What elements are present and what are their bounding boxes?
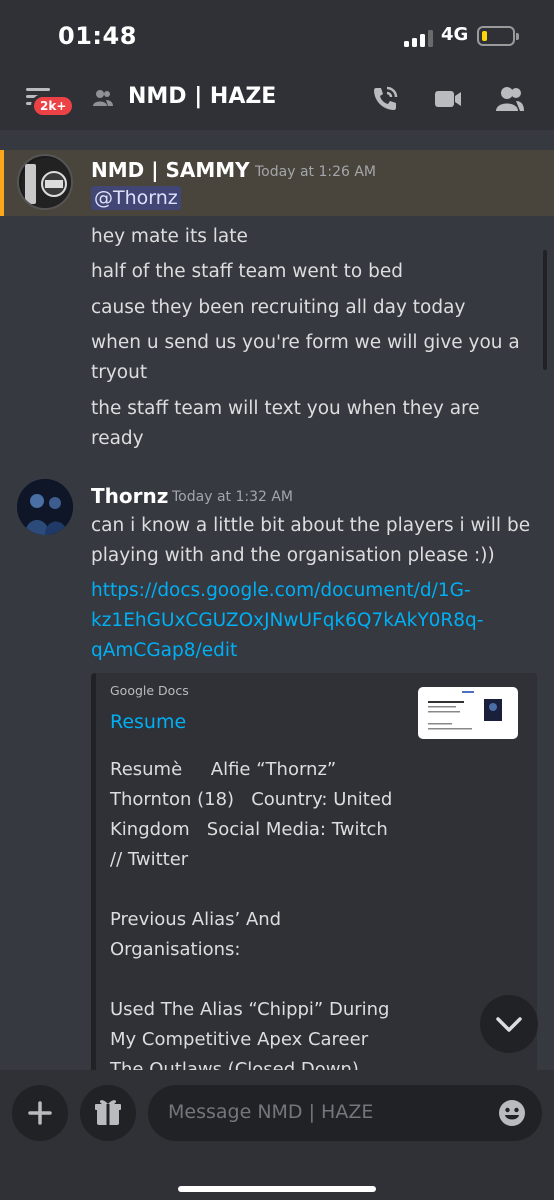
message-line: tryout — [91, 362, 148, 383]
cellular-signal-icon — [404, 29, 434, 47]
unread-badge: 2k+ — [31, 94, 76, 118]
message-timestamp: Today at 1:32 AM — [172, 489, 294, 505]
message-author[interactable]: NMD | SAMMY — [91, 158, 250, 182]
gift-button[interactable] — [80, 1085, 136, 1141]
embed-description-line: Used The Alias “Chippi” During — [110, 999, 390, 1020]
embed-provider: Google Docs — [110, 683, 189, 698]
message-line: playing with and the organisation please… — [91, 545, 495, 566]
message-line: hey mate its late — [91, 226, 248, 247]
user-photo-icon — [17, 479, 73, 535]
embed-title[interactable]: Resume — [110, 711, 186, 733]
home-indicator — [178, 1186, 376, 1192]
embed-description-line: Previous Alias’ And — [110, 909, 282, 930]
call-icon[interactable] — [370, 84, 400, 114]
mention-highlight — [0, 150, 554, 216]
battery-icon — [477, 26, 519, 46]
message-link[interactable]: https://docs.google.com/document/d/1G- — [91, 576, 471, 606]
embed-description-line: The Outlaws (Closed Down) — [110, 1059, 359, 1070]
message-line: can i know a little bit about the player… — [91, 515, 531, 536]
gift-icon — [95, 1100, 121, 1125]
members-icon[interactable] — [495, 84, 525, 114]
message-line: ready — [91, 428, 144, 449]
user-mention[interactable]: @Thornz — [91, 186, 181, 210]
embed-description-line — [110, 875, 392, 905]
embed-description: Resumè Alfie “Thornz” Thornton (18) Count… — [110, 755, 392, 1070]
message-line: the staff team will text you when they a… — [91, 398, 480, 419]
message-input[interactable]: Message NMD | HAZE — [148, 1085, 542, 1141]
network-type: 4G — [441, 24, 469, 45]
message-line: cause they been recruiting all day today — [91, 297, 466, 318]
embed-description-line: Kingdom Social Media: Twitch — [110, 819, 388, 840]
embed-description-line: // Twitter — [110, 849, 189, 870]
message-input-placeholder: Message NMD | HAZE — [168, 1101, 374, 1123]
message-line: when u send us you're form we will give … — [91, 332, 520, 353]
message-list[interactable]: NMD | SAMMY Today at 1:26 AM @Thornz hey… — [0, 130, 554, 1070]
emoji-icon[interactable] — [498, 1099, 526, 1127]
add-attachment-button[interactable] — [12, 1085, 68, 1141]
avatar[interactable] — [17, 154, 73, 210]
avatar[interactable] — [17, 479, 73, 535]
embed-description-line: Organisations: — [110, 939, 241, 960]
message-link[interactable]: kz1EhGUxCGUZOxJNwUFqk6Q7kAkY0R8q- — [91, 606, 483, 636]
message-timestamp: Today at 1:26 AM — [255, 164, 377, 180]
message-line: half of the staff team went to bed — [91, 261, 403, 282]
plus-icon — [28, 1101, 52, 1125]
embed-description-line: Resumè Alfie “Thornz” — [110, 759, 337, 780]
top-bar: 01:48 4G 2k+ NMD | HAZE — [0, 0, 554, 130]
message-author[interactable]: Thornz — [91, 484, 168, 508]
composer-bar: Message NMD | HAZE — [0, 1070, 554, 1200]
chevron-down-icon — [496, 1017, 522, 1032]
video-icon[interactable] — [433, 84, 463, 114]
jump-to-bottom-button[interactable] — [480, 995, 538, 1053]
channel-title: NMD | HAZE — [128, 84, 277, 109]
status-time: 01:48 — [58, 22, 137, 50]
message-link[interactable]: qAmCGap8/edit — [91, 636, 237, 666]
embed-thumbnail[interactable] — [418, 687, 518, 739]
embed-description-line: Thornton (18) Country: United — [110, 789, 393, 810]
channel-members-icon — [93, 90, 113, 106]
link-embed: Google Docs Resume Resumè Alfie “Thornz”… — [91, 673, 537, 1070]
scrollbar[interactable] — [543, 250, 547, 370]
embed-description-line: My Competitive Apex Career — [110, 1029, 369, 1050]
document-preview-icon — [428, 691, 502, 730]
embed-description-line — [110, 965, 392, 995]
